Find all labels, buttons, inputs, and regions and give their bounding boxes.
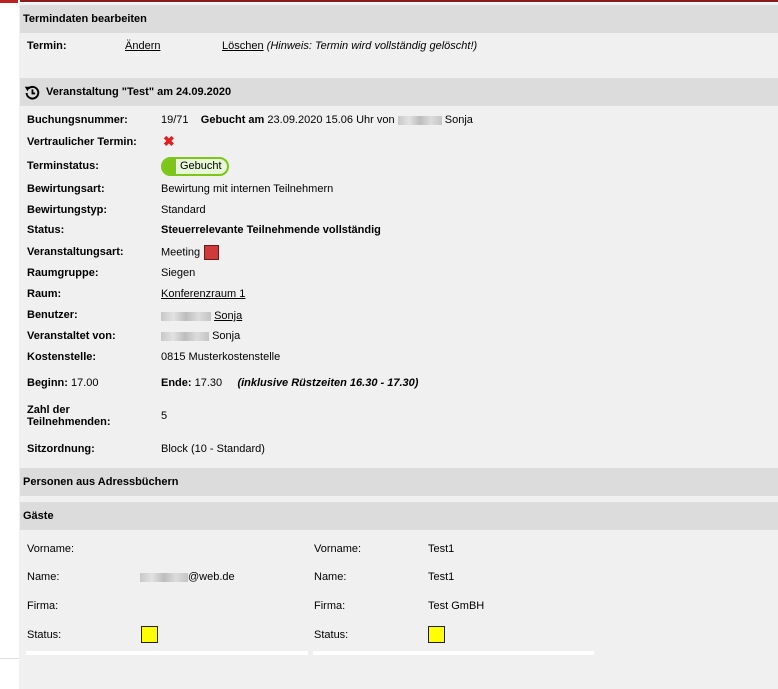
gebucht-am-value: 23.09.2020 15.06 Uhr: [267, 114, 374, 126]
guest2-status-label: Status:: [314, 629, 349, 641]
guest2-divider: [313, 651, 594, 655]
toggle-knob: [163, 159, 176, 174]
benutzer-link[interactable]: Sonja: [214, 310, 242, 322]
guest2-firma-value: Test GmBH: [428, 600, 485, 612]
kostenstelle-value: 0815 Musterkostenstelle: [161, 351, 281, 363]
ende-value: 17.30: [194, 377, 223, 389]
guest2-firma-label: Firma:: [314, 600, 346, 612]
termin-label: Termin:: [27, 40, 67, 52]
veranstaltungsart-row: Meeting: [161, 245, 220, 260]
guest2-vorname-label: Vorname:: [314, 543, 362, 555]
left-gutter: [0, 3, 19, 689]
gebucht-von-label: von: [376, 114, 395, 126]
teilnehmende-label-line2: Teilnehmenden:: [27, 416, 111, 428]
sitzordnung-label: Sitzordnung:: [27, 443, 95, 455]
beginn-label: Beginn:: [27, 377, 68, 389]
guest1-name-label: Name:: [27, 571, 60, 583]
status-value: Steuerrelevante Teilnehmende vollständig: [161, 224, 381, 236]
history-icon[interactable]: [23, 84, 41, 102]
guest1-status-indicator: [141, 626, 158, 643]
redacted-email: [140, 572, 188, 582]
guest2-status-indicator: [428, 626, 445, 643]
buchungsnummer-value: 19/71: [161, 114, 189, 126]
guest1-vorname-label: Vorname:: [27, 543, 75, 555]
gaeste-header: Gäste: [20, 502, 778, 530]
bewirtungstyp-value: Standard: [161, 204, 206, 216]
guest2-vorname-value: Test1: [428, 543, 455, 555]
veranstaltungsart-label: Veranstaltungsart:: [27, 246, 124, 258]
guest1-divider: [26, 651, 308, 655]
redacted-veranstalter: [161, 331, 209, 341]
loeschen-hint: (Hinweis: Termin wird vollständig gelösc…: [266, 40, 478, 52]
guest2-name-label: Name:: [314, 571, 347, 583]
kostenstelle-label: Kostenstelle:: [27, 351, 97, 363]
benutzer-label: Benutzer:: [27, 309, 78, 321]
veranstaltet-label: Veranstaltet von:: [27, 330, 116, 342]
veranstaltet-row: Sonja: [161, 330, 240, 342]
terminstatus-value: Gebucht: [180, 160, 222, 172]
bewirtungsart-label: Bewirtungsart:: [27, 183, 105, 195]
redacted-name: [397, 115, 442, 125]
status-label: Status:: [27, 224, 65, 236]
teilnehmende-label-line1: Zahl der: [27, 404, 70, 416]
veranstaltung-title: Veranstaltung "Test" am 24.09.2020: [46, 86, 232, 98]
raumgruppe-value: Siegen: [161, 267, 196, 279]
loeschen-row: Löschen (Hinweis: Termin wird vollständi…: [222, 40, 477, 52]
accent-right: [20, 0, 778, 2]
bewirtungsart-value: Bewirtung mit internen Teilnehmern: [161, 183, 334, 195]
gebucht-am-label: Gebucht am: [200, 114, 265, 126]
gebucht-von-name: Sonja: [444, 114, 473, 126]
guest1-name-value: @web.de: [188, 571, 235, 583]
spacer: [20, 64, 778, 77]
benutzer-row: Sonja: [161, 310, 242, 322]
bewirtungstyp-label: Bewirtungstyp:: [27, 204, 108, 216]
spacer: [20, 496, 778, 501]
x-icon: ✖: [163, 133, 175, 149]
veranstaltet-value: Sonja: [212, 330, 241, 342]
raum-label: Raum:: [27, 288, 62, 300]
terminstatus-label: Terminstatus:: [27, 160, 99, 172]
guest2-name-value: Test1: [428, 571, 455, 583]
teilnehmende-label: Zahl der Teilnehmenden:: [27, 404, 111, 428]
beginn-row: Beginn: 17.00: [27, 377, 99, 389]
raumgruppe-label: Raumgruppe:: [27, 267, 99, 279]
vertraulich-label: Vertraulicher Termin:: [27, 136, 137, 148]
guest1-status-label: Status:: [27, 629, 62, 641]
redacted-benutzer: [161, 311, 211, 321]
termindaten-title: Termindaten bearbeiten: [23, 13, 147, 25]
personen-header: Personen aus Adressbüchern: [20, 468, 778, 496]
buchungsnummer-row: 19/71 Gebucht am 23.09.2020 15.06 Uhr vo…: [161, 114, 473, 126]
aendern-link[interactable]: Ändern: [125, 40, 160, 52]
veranstaltungsart-value: Meeting: [161, 246, 201, 259]
ruestzeiten-hint: (inklusive Rüstzeiten 16.30 - 17.30): [237, 377, 419, 389]
termindaten-header: Termindaten bearbeiten: [20, 5, 778, 33]
guest1-firma-label: Firma:: [27, 600, 59, 612]
terminstatus-toggle[interactable]: Gebucht: [161, 157, 229, 176]
veranstaltung-header: Veranstaltung "Test" am 24.09.2020: [20, 78, 778, 106]
veranstaltungsart-color-swatch: [204, 245, 220, 260]
beginn-value: 17.00: [71, 377, 99, 389]
personen-title: Personen aus Adressbüchern: [23, 476, 179, 488]
buchungsnummer-label: Buchungsnummer:: [27, 114, 128, 126]
loeschen-link[interactable]: Löschen: [222, 40, 264, 52]
gutter-footer: [0, 658, 19, 689]
ende-label: Ende:: [161, 377, 192, 389]
raum-link[interactable]: Konferenzraum 1: [161, 288, 245, 300]
teilnehmende-value: 5: [161, 410, 168, 422]
guest1-name-row: @web.de: [140, 571, 235, 583]
top-accent-bar: [0, 0, 778, 3]
gaeste-title: Gäste: [23, 510, 54, 522]
ende-row: Ende: 17.30 (inklusive Rüstzeiten 16.30 …: [161, 377, 418, 389]
sitzordnung-value: Block (10 - Standard): [161, 443, 265, 455]
